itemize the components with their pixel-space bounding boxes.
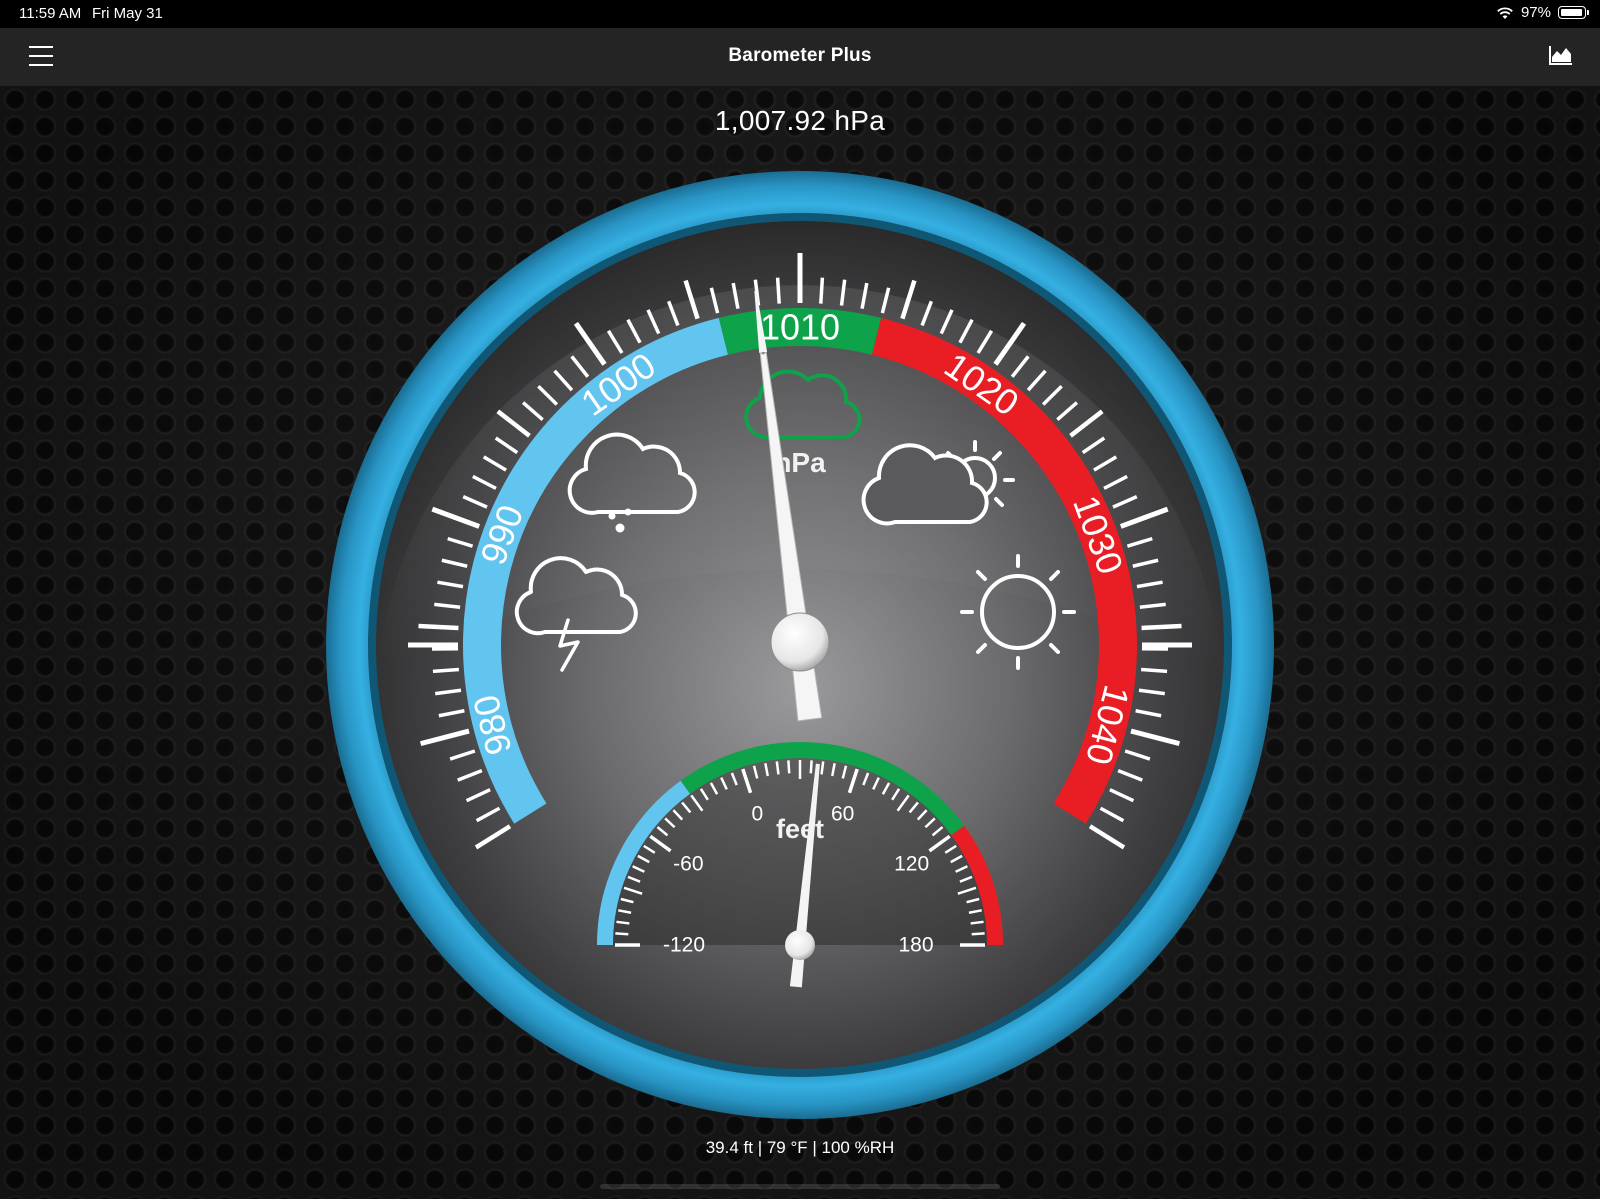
altimeter-tick (970, 920, 984, 925)
altimeter-tick (615, 932, 629, 936)
pressure-label-1010: 1010 (760, 307, 840, 348)
altimeter-hub (785, 930, 815, 960)
altimeter-label--120: -120 (663, 934, 705, 957)
pressure-tick (819, 277, 825, 304)
altimeter-tick (787, 760, 791, 774)
altimeter-label-180: 180 (898, 934, 933, 957)
altimeter-label-120: 120 (894, 852, 929, 875)
altimeter-tick (775, 761, 780, 775)
altimeter-tick (820, 761, 825, 775)
footer-info: 39.4 ft | 79 °F | 100 %RH (705, 1138, 895, 1157)
altimeter-label-0: 0 (752, 802, 764, 825)
barometer-gauge: 98099010001010102010301040 hPa -120-600 … (326, 171, 1274, 1119)
altimeter-unit-label: feet (776, 814, 824, 844)
pressure-tick (1141, 623, 1182, 631)
pressure-tick (1140, 667, 1168, 674)
altimeter-tick (971, 932, 985, 936)
altimeter-label-60: 60 (831, 802, 854, 825)
pressure-tick (775, 277, 781, 304)
pressure-tick (418, 623, 459, 631)
pressure-tick (432, 667, 460, 674)
altimeter-label--60: -60 (673, 852, 703, 875)
home-indicator (600, 1184, 1000, 1189)
altimeter-tick (616, 920, 630, 925)
altimeter-tick (809, 760, 813, 774)
pressure-hub (770, 612, 830, 672)
